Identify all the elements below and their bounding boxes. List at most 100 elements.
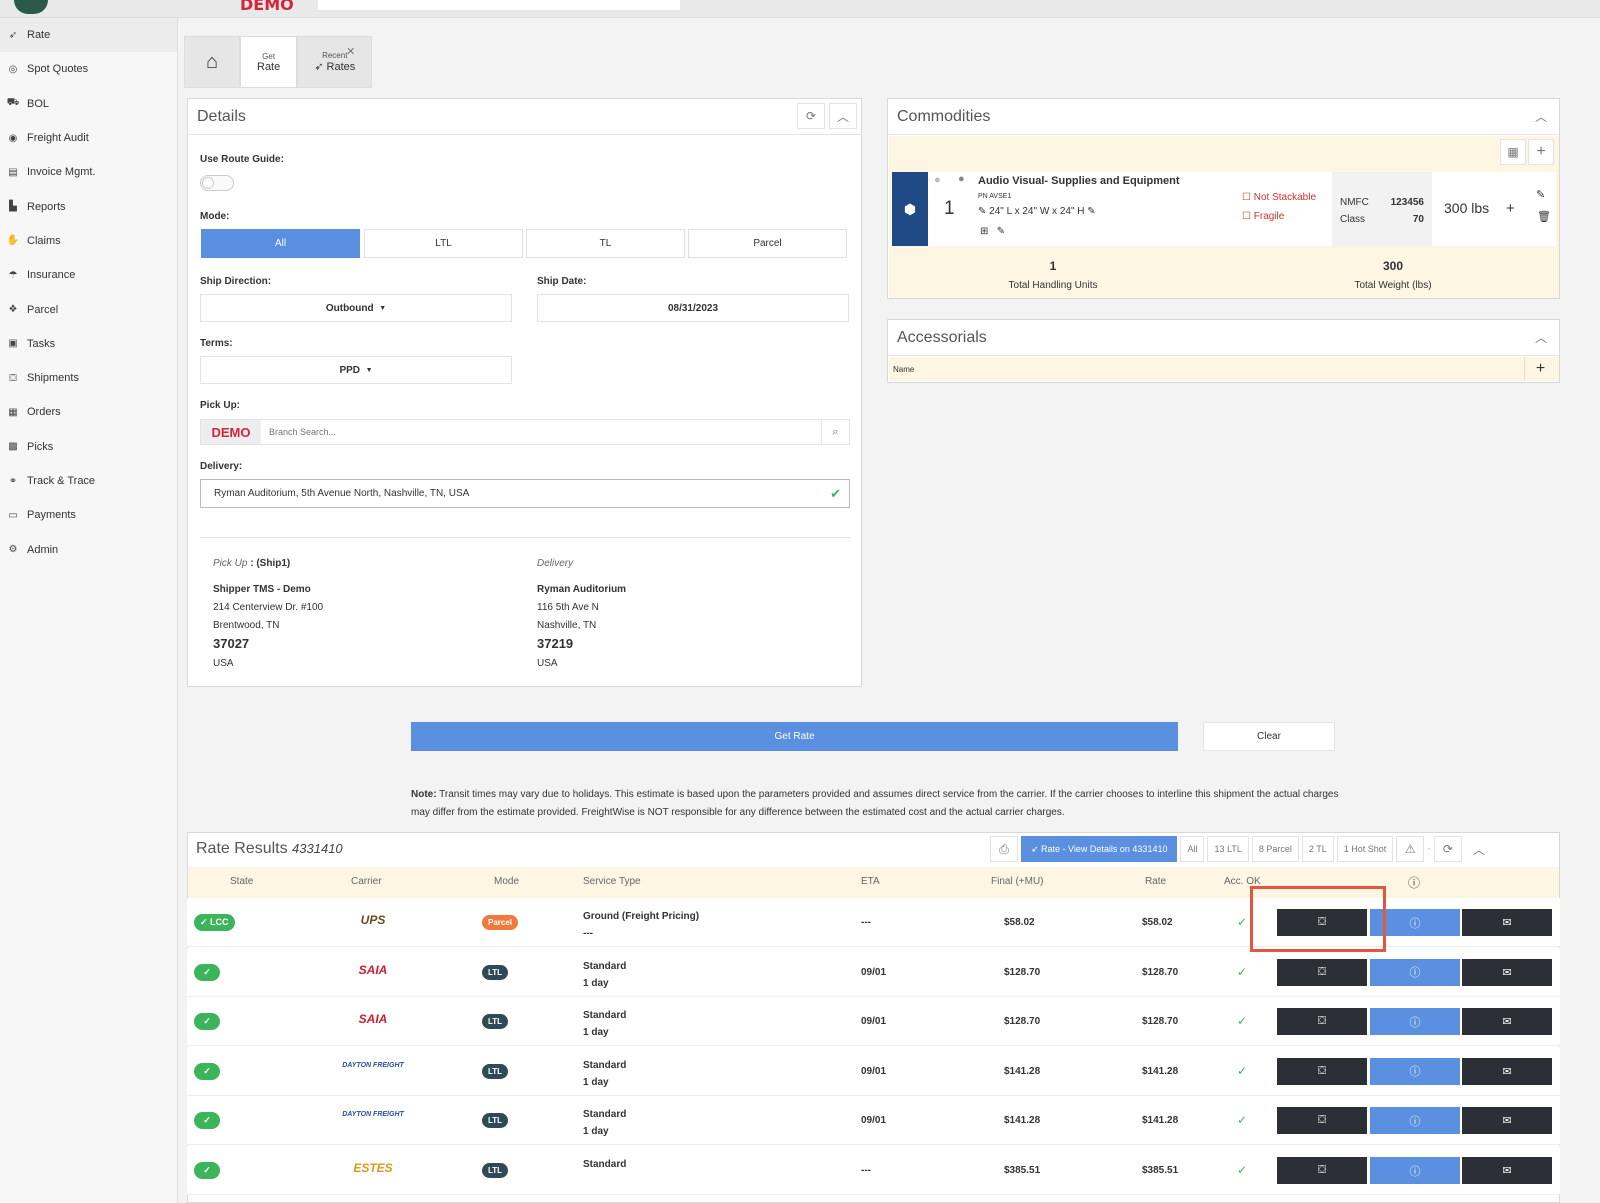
panel-title: Commodities bbox=[897, 107, 991, 125]
sidebar-item-track-trace[interactable]: ⚭ Track & Trace bbox=[0, 464, 177, 498]
email-button[interactable]: ✉ bbox=[1462, 958, 1552, 986]
filter-2-tl[interactable]: 2 TL bbox=[1301, 836, 1334, 862]
sidebar-item-admin[interactable]: ⚙ Admin bbox=[0, 532, 177, 566]
total-handling-units: 1 Total Handling Units bbox=[1008, 259, 1098, 291]
sidebar-item-tasks[interactable]: ▣ Tasks bbox=[0, 327, 177, 361]
filter-all[interactable]: All bbox=[1180, 836, 1205, 862]
view-details-button[interactable]: ➶ Rate - View Details on 4331410 bbox=[1021, 836, 1178, 862]
sidebar-item-parcel[interactable]: ❖ Parcel bbox=[0, 292, 177, 326]
terms-select[interactable]: PPD ▼ bbox=[200, 356, 512, 384]
nmfc-class: NMFC 123456 Class 70 bbox=[1332, 172, 1432, 246]
global-search-input[interactable] bbox=[318, 0, 680, 10]
column-header[interactable]: State bbox=[230, 876, 253, 887]
mode-parcel[interactable]: Parcel bbox=[688, 229, 847, 258]
collapse-button[interactable]: ︿ bbox=[1527, 103, 1555, 129]
column-header[interactable]: Mode bbox=[494, 876, 519, 887]
clear-button[interactable]: Clear bbox=[1203, 722, 1335, 751]
edit-dims-icon[interactable]: ✎ bbox=[1087, 206, 1095, 217]
refresh-button[interactable]: ⟳ bbox=[797, 103, 825, 129]
sidebar-item-picks[interactable]: ▩ Picks bbox=[0, 430, 177, 464]
sidebar-item-label: Rate bbox=[27, 29, 51, 42]
claim-icon: ✋ bbox=[6, 235, 20, 247]
tab-home[interactable]: ⌂ bbox=[184, 36, 240, 88]
column-header[interactable]: Final (+MU) bbox=[991, 876, 1044, 887]
plus-button[interactable]: + bbox=[1506, 200, 1515, 217]
book-button[interactable]: ⛋ bbox=[1277, 1057, 1367, 1085]
book-button[interactable]: ⛋ bbox=[1277, 1008, 1367, 1036]
refresh-button[interactable]: ⟳ bbox=[1433, 836, 1462, 862]
book-button[interactable]: ⛋ bbox=[1277, 1157, 1367, 1184]
info-button[interactable]: ⓘ bbox=[1370, 1107, 1460, 1135]
email-button[interactable]: ✉ bbox=[1462, 909, 1552, 936]
state-badge: ✓ bbox=[194, 963, 220, 981]
route-guide-toggle[interactable] bbox=[200, 175, 234, 191]
get-rate-button[interactable]: Get Rate bbox=[411, 722, 1178, 751]
mode-badge: LTL bbox=[482, 1113, 509, 1129]
collapse-button[interactable]: ︿ bbox=[1527, 324, 1555, 350]
commodity-dims: 24" L x 24" W x 24" H bbox=[989, 206, 1085, 217]
eta: --- bbox=[861, 917, 871, 928]
tab-recent-rates[interactable]: Recent ➶ Rates ✕ bbox=[297, 36, 373, 88]
mode-tl[interactable]: TL bbox=[526, 229, 685, 258]
email-button[interactable]: ✉ bbox=[1462, 1008, 1552, 1036]
sidebar-item-claims[interactable]: ✋ Claims bbox=[0, 224, 177, 258]
sidebar-item-reports[interactable]: ▙ Reports bbox=[0, 189, 177, 223]
service-type: Standard 1 day bbox=[583, 1109, 627, 1138]
branch-search-input[interactable] bbox=[261, 420, 821, 444]
carrier-logo: DAYTON FREIGHT bbox=[342, 1111, 404, 1119]
sidebar-item-orders[interactable]: ▦ Orders bbox=[0, 395, 177, 429]
ship-direction-select[interactable]: Outbound ▼ bbox=[200, 294, 512, 322]
fragile-checkbox[interactable]: ☐ Fragile bbox=[1242, 211, 1284, 222]
sidebar-item-freight-audit[interactable]: ◉ Freight Audit bbox=[0, 121, 177, 155]
filter-1-hot-shot[interactable]: 1 Hot Shot bbox=[1336, 836, 1394, 862]
edit-icon[interactable]: ✎ bbox=[997, 226, 1005, 237]
book-button[interactable]: ⛋ bbox=[1277, 958, 1367, 986]
ship-date-input[interactable]: 08/31/2023 bbox=[537, 294, 849, 322]
add-accessorial-button[interactable]: + bbox=[1524, 357, 1556, 381]
calculator-button[interactable]: ▦ bbox=[1500, 139, 1526, 165]
mode-all[interactable]: All bbox=[201, 229, 360, 258]
print-button[interactable]: ⎙ bbox=[990, 836, 1018, 862]
sidebar-item-shipments[interactable]: ⛋ Shipments bbox=[0, 361, 177, 395]
column-header[interactable]: Service Type bbox=[583, 876, 641, 887]
delivery-input[interactable]: Ryman Auditorium, 5th Avenue North, Nash… bbox=[200, 479, 850, 508]
info-button[interactable]: ⓘ bbox=[1370, 1008, 1460, 1036]
collapse-button[interactable]: ︿ bbox=[1464, 836, 1493, 862]
add-icon[interactable]: ● bbox=[958, 173, 965, 185]
add-commodity-button[interactable]: + bbox=[1528, 139, 1554, 165]
info-button[interactable]: ⓘ bbox=[1370, 958, 1460, 986]
sidebar-item-spot-quotes[interactable]: ◎ Spot Quotes bbox=[0, 52, 177, 86]
remove-icon[interactable]: ● bbox=[934, 174, 941, 186]
column-header[interactable]: Rate bbox=[1145, 876, 1166, 887]
column-header[interactable]: Carrier bbox=[351, 876, 382, 887]
edit-icon[interactable]: ✎ bbox=[1536, 188, 1545, 201]
column-header[interactable]: ETA bbox=[861, 876, 880, 887]
commodity-qty: 1 bbox=[944, 198, 955, 219]
tab-get-rate[interactable]: Get Rate bbox=[240, 36, 298, 88]
sidebar-item-invoice-mgmt-[interactable]: ▤ Invoice Mgmt. bbox=[0, 155, 177, 189]
search-icon[interactable]: ⌕ bbox=[821, 420, 849, 444]
trash-icon[interactable]: 🗑 bbox=[1537, 210, 1551, 223]
panel-title: Details bbox=[197, 107, 246, 125]
sidebar-item-payments[interactable]: ▭ Payments bbox=[0, 498, 177, 532]
sidebar-item-insurance[interactable]: ☂ Insurance bbox=[0, 258, 177, 292]
book-button[interactable]: ⛋ bbox=[1277, 1107, 1367, 1135]
email-button[interactable]: ✉ bbox=[1462, 1157, 1552, 1184]
sidebar-item-bol[interactable]: ⛟ BOL bbox=[0, 87, 177, 121]
email-button[interactable]: ✉ bbox=[1462, 1057, 1552, 1085]
sidebar-item-rate[interactable]: ➶ Rate bbox=[0, 18, 177, 53]
mode-ltl[interactable]: LTL bbox=[364, 229, 523, 258]
info-button[interactable]: ⓘ bbox=[1370, 1157, 1460, 1184]
not-stackable-checkbox[interactable]: ☐ Not Stackable bbox=[1242, 192, 1316, 203]
info-button[interactable]: ⓘ bbox=[1370, 1057, 1460, 1085]
close-tab-icon[interactable]: ✕ bbox=[346, 45, 355, 58]
email-button[interactable]: ✉ bbox=[1462, 1107, 1552, 1135]
ship-date-label: Ship Date: bbox=[537, 276, 587, 287]
warning-button[interactable]: ⚠ bbox=[1396, 836, 1425, 862]
collapse-button[interactable]: ︿ bbox=[829, 103, 857, 129]
rate-row: ✓ DAYTON FREIGHT LTL Standard 1 day 09/01… bbox=[187, 1046, 1560, 1096]
filter-8-parcel[interactable]: 8 Parcel bbox=[1251, 836, 1299, 862]
filter-13-ltl[interactable]: 13 LTL bbox=[1207, 836, 1249, 862]
sidebar-item-label: Orders bbox=[27, 406, 61, 419]
commodity-name: Audio Visual- Supplies and Equipment bbox=[978, 175, 1180, 187]
